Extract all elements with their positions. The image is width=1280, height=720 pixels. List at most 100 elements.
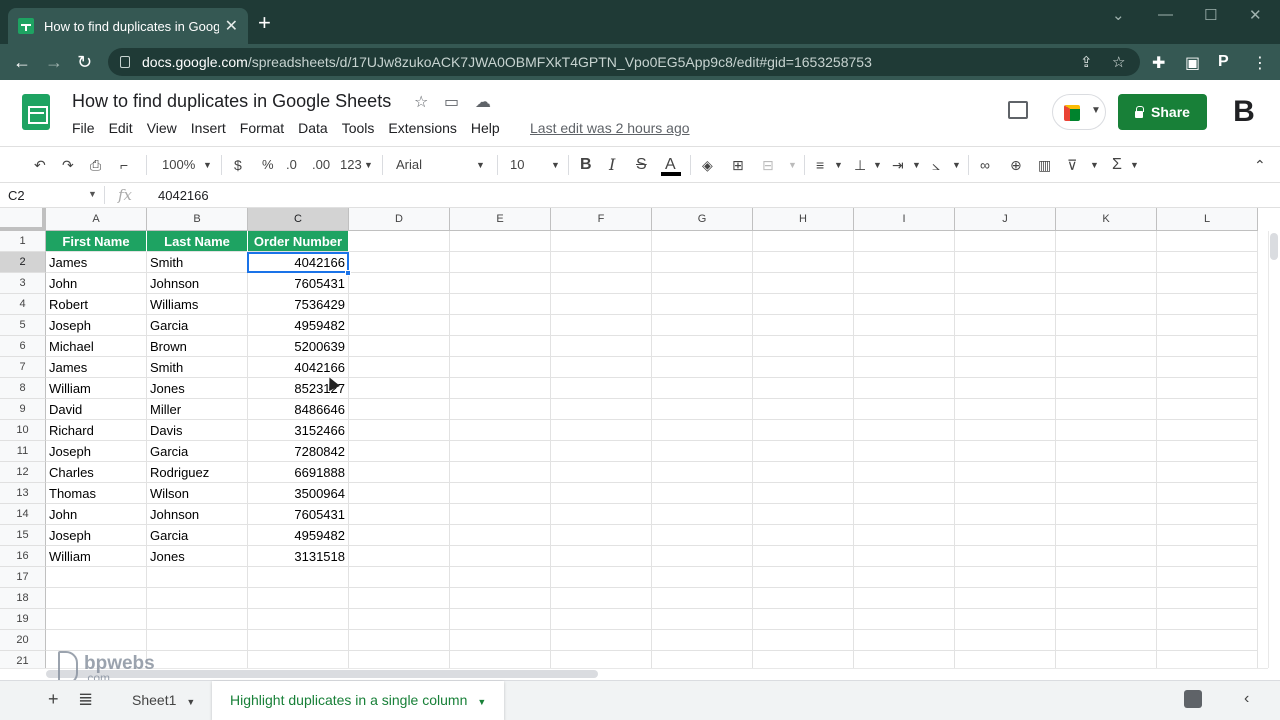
cell-d12[interactable] xyxy=(349,462,450,483)
cell-b7[interactable]: Smith xyxy=(147,357,248,378)
cell-a17[interactable] xyxy=(46,567,147,588)
cell-l8[interactable] xyxy=(1157,378,1258,399)
insert-chart-icon[interactable]: ▥ xyxy=(1038,155,1051,175)
cell-c18[interactable] xyxy=(248,588,349,609)
chevron-down-icon[interactable]: ▼ xyxy=(477,697,486,707)
cell-h2[interactable] xyxy=(753,252,854,273)
cell-k8[interactable] xyxy=(1056,378,1157,399)
cell-f10[interactable] xyxy=(551,420,652,441)
cell-g10[interactable] xyxy=(652,420,753,441)
cell-f7[interactable] xyxy=(551,357,652,378)
cell-i13[interactable] xyxy=(854,483,955,504)
chevron-down-icon[interactable]: ▼ xyxy=(476,155,485,175)
cell-e8[interactable] xyxy=(450,378,551,399)
cell-k21[interactable] xyxy=(1056,651,1157,668)
row-header-20[interactable]: 20 xyxy=(0,630,46,651)
row-header-14[interactable]: 14 xyxy=(0,504,46,525)
cell-l4[interactable] xyxy=(1157,294,1258,315)
increase-decimal-button[interactable]: .00 xyxy=(312,155,330,175)
cell-b6[interactable]: Brown xyxy=(147,336,248,357)
cell-l21[interactable] xyxy=(1157,651,1258,668)
cell-h11[interactable] xyxy=(753,441,854,462)
menu-icon[interactable]: ⋮ xyxy=(1252,53,1268,73)
cell-l6[interactable] xyxy=(1157,336,1258,357)
cell-b5[interactable]: Garcia xyxy=(147,315,248,336)
cell-f17[interactable] xyxy=(551,567,652,588)
cell-c11[interactable]: 7280842 xyxy=(248,441,349,462)
cell-e1[interactable] xyxy=(450,231,551,252)
column-header-c[interactable]: C xyxy=(248,208,349,231)
cell-e5[interactable] xyxy=(450,315,551,336)
cell-h16[interactable] xyxy=(753,546,854,567)
explore-icon[interactable] xyxy=(1184,690,1202,708)
cell-f9[interactable] xyxy=(551,399,652,420)
cell-d5[interactable] xyxy=(349,315,450,336)
chevron-down-icon[interactable]: ▼ xyxy=(912,155,921,175)
cell-b15[interactable]: Garcia xyxy=(147,525,248,546)
cell-d15[interactable] xyxy=(349,525,450,546)
chevron-down-icon[interactable]: ▼ xyxy=(834,155,843,175)
row-header-17[interactable]: 17 xyxy=(0,567,46,588)
cell-g18[interactable] xyxy=(652,588,753,609)
cell-l18[interactable] xyxy=(1157,588,1258,609)
cell-h4[interactable] xyxy=(753,294,854,315)
cloud-status-icon[interactable]: ☁ xyxy=(475,92,491,112)
cell-d7[interactable] xyxy=(349,357,450,378)
back-icon[interactable]: ← xyxy=(13,52,31,72)
zoom-select[interactable]: 100% xyxy=(162,155,195,175)
cell-c12[interactable]: 6691888 xyxy=(248,462,349,483)
cell-d14[interactable] xyxy=(349,504,450,525)
cell-a20[interactable] xyxy=(46,630,147,651)
cell-e13[interactable] xyxy=(450,483,551,504)
cell-l7[interactable] xyxy=(1157,357,1258,378)
cell-c17[interactable] xyxy=(248,567,349,588)
cell-e6[interactable] xyxy=(450,336,551,357)
cell-a10[interactable]: Richard xyxy=(46,420,147,441)
cell-a4[interactable]: Robert xyxy=(46,294,147,315)
menu-extensions[interactable]: Extensions xyxy=(388,119,456,137)
cell-c4[interactable]: 7536429 xyxy=(248,294,349,315)
cell-f12[interactable] xyxy=(551,462,652,483)
cell-b17[interactable] xyxy=(147,567,248,588)
cell-i5[interactable] xyxy=(854,315,955,336)
cell-d19[interactable] xyxy=(349,609,450,630)
cell-b12[interactable]: Rodriguez xyxy=(147,462,248,483)
cell-g7[interactable] xyxy=(652,357,753,378)
cell-h15[interactable] xyxy=(753,525,854,546)
cell-j7[interactable] xyxy=(955,357,1056,378)
cell-j11[interactable] xyxy=(955,441,1056,462)
row-header-16[interactable]: 16 xyxy=(0,546,46,567)
currency-format-button[interactable]: $ xyxy=(234,155,242,175)
column-header-g[interactable]: G xyxy=(652,208,753,231)
cell-l3[interactable] xyxy=(1157,273,1258,294)
cell-k16[interactable] xyxy=(1056,546,1157,567)
all-sheets-icon[interactable]: ≣ xyxy=(78,689,93,710)
cell-j14[interactable] xyxy=(955,504,1056,525)
cell-c10[interactable]: 3152466 xyxy=(248,420,349,441)
row-header-7[interactable]: 7 xyxy=(0,357,46,378)
cell-j3[interactable] xyxy=(955,273,1056,294)
browser-tab[interactable]: How to find duplicates in Google Sheets … xyxy=(8,8,248,44)
column-header-b[interactable]: B xyxy=(147,208,248,231)
cell-i18[interactable] xyxy=(854,588,955,609)
horizontal-align-icon[interactable]: ≡ xyxy=(816,155,824,175)
cell-i9[interactable] xyxy=(854,399,955,420)
chevron-down-icon[interactable]: ▼ xyxy=(1090,155,1099,175)
side-panel-icon[interactable]: ▣ xyxy=(1185,53,1200,73)
row-header-4[interactable]: 4 xyxy=(0,294,46,315)
sheet-tab-highlight-duplicates[interactable]: Highlight duplicates in a single column ▼ xyxy=(212,681,505,720)
select-all-corner[interactable] xyxy=(0,208,46,231)
cell-j18[interactable] xyxy=(955,588,1056,609)
minimize-icon[interactable]: — xyxy=(1158,6,1173,23)
cell-l11[interactable] xyxy=(1157,441,1258,462)
cell-d8[interactable] xyxy=(349,378,450,399)
menu-help[interactable]: Help xyxy=(471,119,500,137)
cell-h20[interactable] xyxy=(753,630,854,651)
cell-g5[interactable] xyxy=(652,315,753,336)
cell-i14[interactable] xyxy=(854,504,955,525)
tab-search-icon[interactable]: ⌄ xyxy=(1112,6,1125,24)
cell-d9[interactable] xyxy=(349,399,450,420)
cell-a2[interactable]: James xyxy=(46,252,147,273)
borders-icon[interactable]: ⊞ xyxy=(732,155,744,175)
cell-b3[interactable]: Johnson xyxy=(147,273,248,294)
